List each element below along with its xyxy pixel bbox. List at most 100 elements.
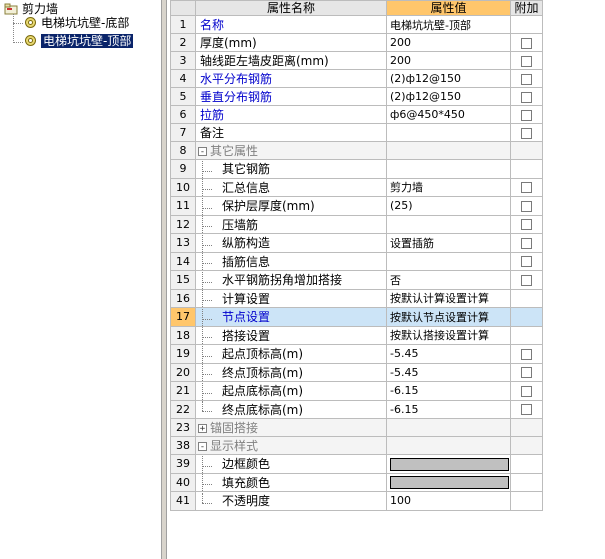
property-row[interactable]: 12 压墙筋 bbox=[170, 214, 543, 234]
tree-root-label: 剪力墙 bbox=[22, 2, 59, 16]
property-value-cell[interactable]: 电梯坑坑壁-顶部 bbox=[386, 15, 511, 34]
attach-checkbox[interactable] bbox=[521, 348, 532, 360]
attach-checkbox[interactable] bbox=[521, 182, 532, 194]
property-value-cell[interactable]: 剪力墙 bbox=[386, 177, 511, 197]
header-add[interactable]: 附加 bbox=[510, 0, 543, 16]
color-swatch[interactable] bbox=[390, 476, 509, 489]
property-value-cell[interactable]: -6.15 bbox=[386, 399, 511, 419]
tree-item-pit-wall-bottom[interactable]: 电梯坑坑壁-底部 bbox=[24, 15, 129, 32]
component-tree[interactable]: 剪力墙 电梯坑坑壁-底部 电梯坑坑壁-顶部 bbox=[0, 0, 160, 559]
property-value-cell[interactable]: 200 bbox=[386, 51, 511, 70]
attach-checkbox[interactable] bbox=[521, 385, 532, 397]
row-number: 23 bbox=[170, 418, 196, 437]
property-name-cell: 保护层厚度(mm) bbox=[195, 196, 387, 216]
attach-checkbox[interactable] bbox=[521, 367, 532, 379]
property-value-cell[interactable]: 按默认计算设置计算 bbox=[386, 288, 511, 308]
attach-checkbox[interactable] bbox=[521, 109, 532, 121]
panel-splitter[interactable] bbox=[161, 0, 167, 559]
attach-cell bbox=[510, 87, 543, 106]
property-row[interactable]: 1 名称 电梯坑坑壁-顶部 bbox=[170, 15, 543, 34]
header-num bbox=[170, 0, 196, 16]
attach-checkbox[interactable] bbox=[521, 237, 532, 249]
property-value-cell[interactable] bbox=[386, 472, 511, 492]
property-value-cell[interactable]: ф6@450*450 bbox=[386, 105, 511, 124]
property-value-cell[interactable]: 按默认节点设置计算 bbox=[386, 307, 511, 327]
attach-checkbox[interactable] bbox=[521, 404, 532, 416]
property-value-cell[interactable]: -5.45 bbox=[386, 344, 511, 364]
row-number: 39 bbox=[170, 454, 196, 474]
property-row[interactable]: 8- 其它属性 bbox=[170, 141, 543, 160]
property-value-cell[interactable] bbox=[386, 159, 511, 179]
property-value-cell[interactable]: 设置插筋 bbox=[386, 233, 511, 253]
property-row[interactable]: 20 终点顶标高(m) -5.45 bbox=[170, 362, 543, 382]
property-row[interactable]: 14 插筋信息 bbox=[170, 251, 543, 271]
attach-checkbox[interactable] bbox=[521, 127, 532, 139]
property-value-cell[interactable] bbox=[386, 214, 511, 234]
attach-checkbox[interactable] bbox=[521, 91, 532, 103]
property-value-cell[interactable]: -6.15 bbox=[386, 381, 511, 401]
property-value-cell[interactable]: 100 bbox=[386, 491, 511, 511]
property-name-cell[interactable]: + 锚固搭接 bbox=[195, 418, 387, 437]
property-value-cell[interactable] bbox=[386, 251, 511, 271]
property-row[interactable]: 23 + 锚固搭接 bbox=[170, 418, 543, 437]
property-name-cell: 汇总信息 bbox=[195, 177, 387, 197]
property-row[interactable]: 11 保护层厚度(mm) (25) bbox=[170, 196, 543, 216]
property-name-cell[interactable]: - 显示样式 bbox=[195, 436, 387, 455]
property-row[interactable]: 38- 显示样式 bbox=[170, 436, 543, 455]
attach-checkbox[interactable] bbox=[521, 73, 532, 85]
tree-connector bbox=[13, 23, 23, 24]
property-row[interactable]: 21 起点底标高(m) -6.15 bbox=[170, 381, 543, 401]
property-row[interactable]: 7 备注 bbox=[170, 123, 543, 142]
row-number: 18 bbox=[170, 325, 196, 345]
attach-checkbox[interactable] bbox=[521, 200, 532, 212]
header-name[interactable]: 属性名称 bbox=[195, 0, 387, 16]
property-row[interactable]: 5 垂直分布钢筋 (2)ф12@150 bbox=[170, 87, 543, 106]
property-name-cell: 纵筋构造 bbox=[195, 233, 387, 253]
attach-checkbox[interactable] bbox=[521, 256, 532, 268]
property-value-cell[interactable] bbox=[386, 454, 511, 474]
header-value[interactable]: 属性值 bbox=[386, 0, 511, 16]
color-swatch[interactable] bbox=[390, 457, 509, 471]
property-value-text: 按默认搭接设置计算 bbox=[390, 329, 489, 343]
property-row[interactable]: 40 填充颜色 bbox=[170, 472, 543, 492]
property-row[interactable]: 22 终点底标高(m) -6.15 bbox=[170, 399, 543, 419]
property-name-cell: 水平分布钢筋 bbox=[195, 69, 387, 88]
property-value-cell[interactable]: -5.45 bbox=[386, 362, 511, 382]
property-row[interactable]: 3 轴线距左墙皮距离(mm) 200 bbox=[170, 51, 543, 70]
attach-checkbox[interactable] bbox=[521, 37, 532, 49]
property-row[interactable]: 41 不透明度 100 bbox=[170, 491, 543, 511]
property-row[interactable]: 10 汇总信息 剪力墙 bbox=[170, 177, 543, 197]
property-row[interactable]: 17 节点设置 按默认节点设置计算 bbox=[170, 307, 543, 327]
attach-checkbox[interactable] bbox=[521, 55, 532, 67]
tree-connector bbox=[197, 345, 212, 363]
property-name-cell[interactable]: - 其它属性 bbox=[195, 141, 387, 160]
property-value-cell[interactable]: 200 bbox=[386, 33, 511, 52]
property-value-cell[interactable] bbox=[386, 123, 511, 142]
property-value-text: -6.15 bbox=[390, 402, 419, 416]
property-value-cell[interactable]: 按默认搭接设置计算 bbox=[386, 325, 511, 345]
property-name-label: 纵筋构造 bbox=[222, 236, 271, 250]
attach-checkbox[interactable] bbox=[521, 219, 532, 231]
property-grid[interactable]: 属性名称 属性值 附加 1 名称 电梯坑坑壁-顶部 2 厚度(mm) 200 3 轴线距左墙皮… bbox=[170, 0, 605, 511]
property-value-cell[interactable]: (2)ф12@150 bbox=[386, 69, 511, 88]
tree-item-pit-wall-top[interactable]: 电梯坑坑壁-顶部 bbox=[24, 33, 134, 50]
property-row[interactable]: 4 水平分布钢筋 (2)ф12@150 bbox=[170, 69, 543, 88]
property-row[interactable]: 6 拉筋 ф6@450*450 bbox=[170, 105, 543, 124]
property-value-cell[interactable]: (25) bbox=[386, 196, 511, 216]
property-value-cell[interactable]: (2)ф12@150 bbox=[386, 87, 511, 106]
property-row[interactable]: 13 纵筋构造 设置插筋 bbox=[170, 233, 543, 253]
expand-icon[interactable]: + bbox=[198, 424, 207, 434]
collapse-icon[interactable]: - bbox=[198, 442, 207, 452]
property-row[interactable]: 18 搭接设置 按默认搭接设置计算 bbox=[170, 325, 543, 345]
property-row[interactable]: 39 边框颜色 bbox=[170, 454, 543, 474]
property-row[interactable]: 16 计算设置 按默认计算设置计算 bbox=[170, 288, 543, 308]
property-row[interactable]: 15 水平钢筋拐角增加搭接 否 bbox=[170, 270, 543, 290]
tree-connector bbox=[197, 327, 212, 344]
attach-checkbox[interactable] bbox=[521, 274, 532, 286]
property-value-cell[interactable]: 否 bbox=[386, 270, 511, 290]
attach-cell bbox=[510, 418, 543, 437]
property-row[interactable]: 2 厚度(mm) 200 bbox=[170, 33, 543, 52]
collapse-icon[interactable]: - bbox=[198, 147, 207, 157]
property-row[interactable]: 19 起点顶标高(m) -5.45 bbox=[170, 344, 543, 364]
property-row[interactable]: 9 其它钢筋 bbox=[170, 159, 543, 179]
